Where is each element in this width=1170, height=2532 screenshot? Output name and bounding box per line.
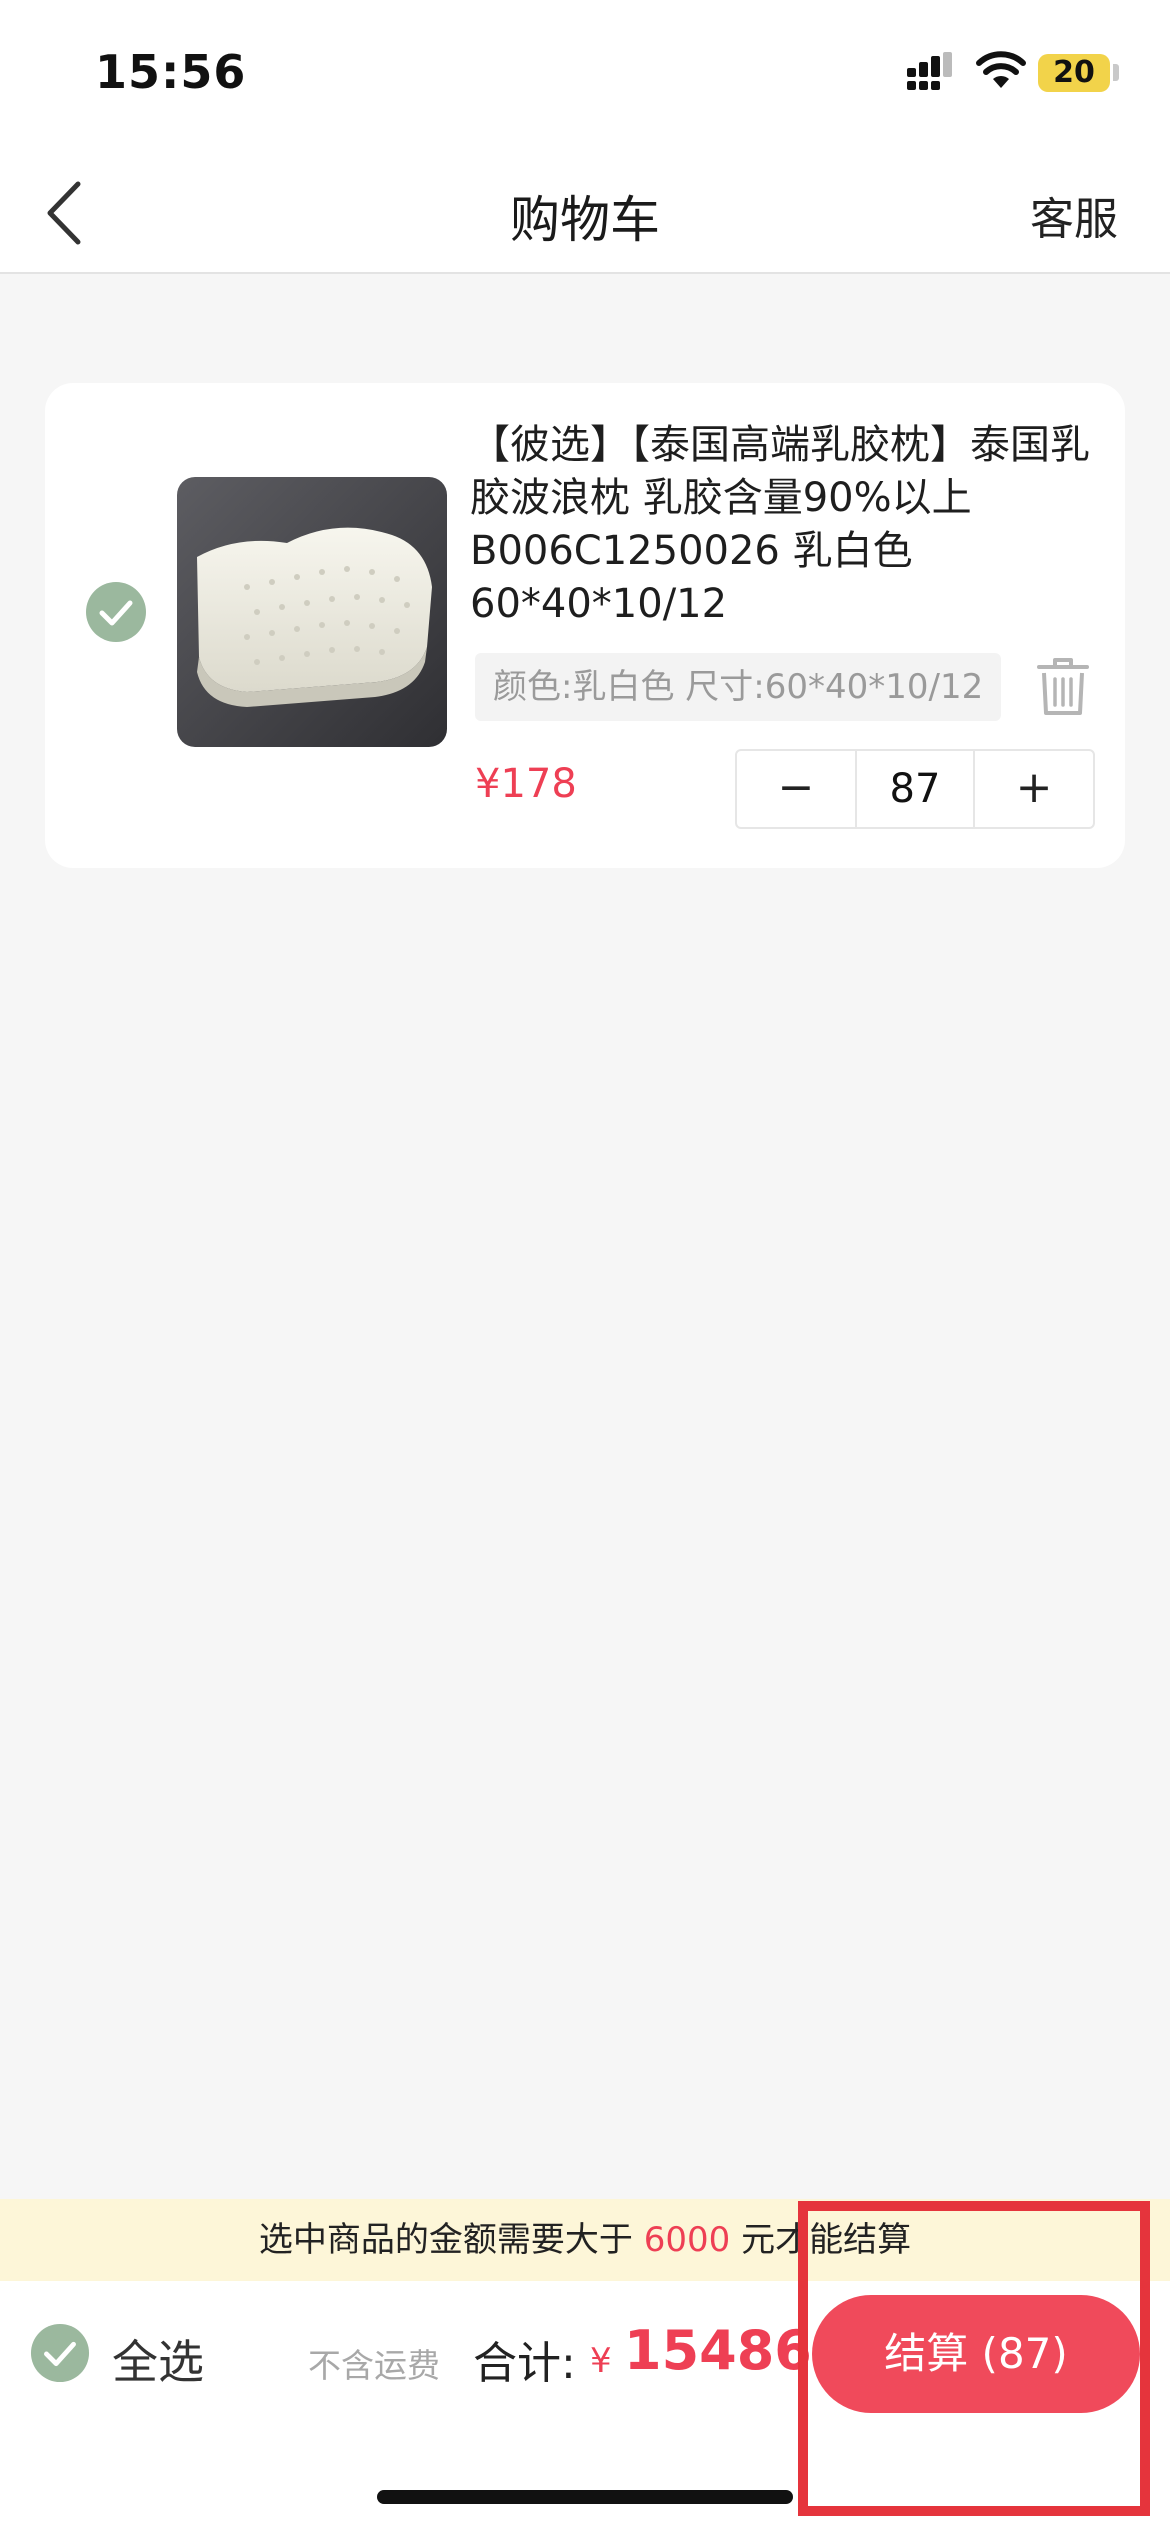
product-price: ¥178 xyxy=(475,761,577,807)
home-indicator xyxy=(377,2490,793,2504)
notice-prefix: 选中商品的金额需要大于 xyxy=(258,2220,633,2260)
product-title[interactable]: 【彼选】【泰国高端乳胶枕】泰国乳胶波浪枕 乳胶含量90%以上 B006C1250… xyxy=(470,419,1110,631)
total-label: 合计: xyxy=(473,2338,576,2389)
item-checkbox-checked-icon[interactable] xyxy=(85,581,147,643)
status-bar: 15:56 20 xyxy=(0,0,1170,150)
battery-icon: 20 xyxy=(1038,54,1110,92)
page-title: 购物车 xyxy=(510,191,660,249)
cart-item: 【彼选】【泰国高端乳胶枕】泰国乳胶波浪枕 乳胶含量90%以上 B006C1250… xyxy=(45,383,1125,868)
select-all-checkbox-icon[interactable] xyxy=(30,2323,90,2383)
select-all-label[interactable]: 全选 xyxy=(112,2326,204,2392)
quantity-stepper: − 87 + xyxy=(735,749,1095,829)
cellular-signal-icon xyxy=(907,52,952,90)
quantity-input[interactable]: 87 xyxy=(855,751,975,827)
product-image[interactable] xyxy=(177,477,447,747)
notice-amount: 6000 xyxy=(643,2220,731,2260)
quantity-increase-button[interactable]: + xyxy=(975,751,1093,827)
highlight-box xyxy=(798,2201,1150,2516)
shipping-note: 不含运费 xyxy=(308,2346,440,2385)
wifi-icon xyxy=(976,51,1026,88)
battery-tip xyxy=(1113,64,1119,81)
nav-bar: 购物车 客服 xyxy=(0,150,1170,274)
total-amount: 15486 xyxy=(624,2319,812,2382)
product-spec[interactable]: 颜色:乳白色 尺寸:60*40*10/12 xyxy=(475,653,1002,721)
status-time: 15:56 xyxy=(95,45,247,99)
total-currency: ¥ xyxy=(590,2341,612,2381)
battery-level: 20 xyxy=(1053,55,1095,90)
trash-icon[interactable] xyxy=(1035,655,1091,717)
quantity-decrease-button[interactable]: − xyxy=(737,751,855,827)
customer-service-link[interactable]: 客服 xyxy=(1030,183,1118,247)
